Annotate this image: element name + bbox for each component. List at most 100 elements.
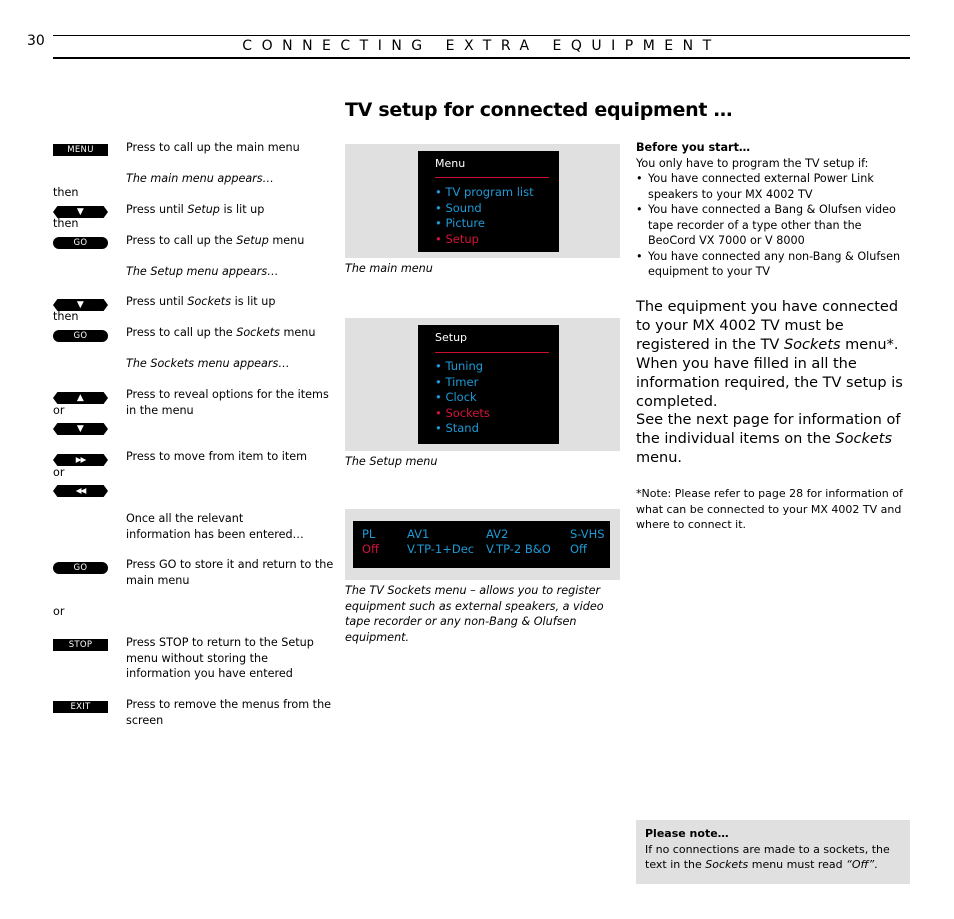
- main-menu-screen: Menu • TV program list • Sound • Picture…: [418, 151, 559, 252]
- socket-heading: PL: [362, 527, 376, 541]
- step-note-text: The main menu appears…: [126, 172, 274, 185]
- text: menu: [279, 326, 316, 339]
- menu-item-tuning: • Tuning: [435, 359, 484, 373]
- menu-item-stand: • Stand: [435, 421, 479, 435]
- socket-value: Off: [570, 542, 587, 556]
- step-text: Press to call up the main menu: [126, 141, 300, 154]
- screen-separator: [435, 352, 549, 353]
- please-note-heading: Please note…: [645, 827, 729, 840]
- step-text: Press STOP to return to the Setup menu w…: [126, 636, 314, 680]
- stop-button: STOP: [53, 639, 108, 651]
- please-note-content: Please note… If no connections are made …: [645, 826, 905, 873]
- menu-list: • Tuning • Timer • Clock • Sockets • Sta…: [435, 359, 490, 437]
- text: menu must read: [748, 858, 847, 871]
- section-title: CONNECTING EXTRA EQUIPMENT: [242, 38, 721, 54]
- menu-button: MENU: [53, 144, 108, 156]
- fast-forward-button: ▶▶: [53, 454, 108, 466]
- connector-or: or: [53, 605, 65, 618]
- main-menu-illustration: Menu • TV program list • Sound • Picture…: [345, 144, 620, 258]
- step-text: Press to move from item to item: [126, 450, 308, 463]
- connector-then: then: [53, 310, 79, 323]
- footnote: *Note: Please refer to page 28 for infor…: [636, 487, 903, 531]
- step-note-text: The Setup menu appears…: [126, 265, 279, 278]
- sockets-menu-caption: The TV Sockets menu – allows you to regi…: [345, 584, 604, 644]
- please-note-box: Please note… If no connections are made …: [636, 820, 910, 884]
- connector-or: or: [53, 466, 65, 479]
- text: Press until: [126, 295, 188, 308]
- text-em: Setup: [187, 203, 220, 216]
- text-em: Sockets: [187, 295, 232, 308]
- menu-item-setup: • Setup: [435, 231, 479, 246]
- before-you-start-list: You have connected external Power Link s…: [636, 171, 911, 280]
- step-text: Press to reveal options for the items in…: [126, 388, 329, 417]
- go-button: GO: [53, 237, 108, 249]
- step-text: Press to remove the menus from the scree…: [126, 698, 332, 727]
- step-note-text: The Sockets menu appears…: [126, 357, 290, 370]
- connector-then: then: [53, 186, 79, 199]
- text: Press until: [126, 203, 188, 216]
- socket-column-svhs: S-VHS Off: [570, 527, 605, 557]
- socket-value: Off: [362, 542, 379, 556]
- socket-value: V.TP-1+Dec: [407, 542, 475, 556]
- text-em: Setup: [236, 234, 269, 247]
- text-em: “Off”: [846, 858, 875, 871]
- menu-item-clock: • Clock: [435, 390, 477, 404]
- list-item: You have connected any non-Bang & Olufse…: [636, 249, 911, 280]
- menu-item-timer: • Timer: [435, 374, 479, 389]
- step-text: Press until Setup is lit up: [126, 202, 336, 218]
- step-text: Press GO to store it and return to the m…: [126, 558, 334, 587]
- connector-then: then: [53, 217, 79, 230]
- text: .: [874, 858, 878, 871]
- step-note: The Sockets menu appears…: [126, 356, 336, 372]
- screen-title: Menu: [435, 157, 466, 170]
- main-menu-caption: The main menu: [345, 262, 433, 275]
- step-text: Press to call up the Sockets menu: [126, 325, 336, 341]
- page-number: 30: [27, 33, 45, 49]
- menu-item-tv-program-list: • TV program list: [435, 185, 534, 199]
- page-title: TV setup for connected equipment …: [345, 99, 733, 121]
- header-rule-top: [53, 35, 910, 36]
- step-text: Press until Sockets is lit up: [126, 294, 336, 310]
- screen-separator: [435, 177, 549, 178]
- screen-title: Setup: [435, 331, 468, 344]
- step-note: The Setup menu appears…: [126, 264, 336, 280]
- step-text: Press to call up the Setup menu: [126, 233, 336, 249]
- socket-heading: AV2: [486, 527, 509, 541]
- list-item: You have connected external Power Link s…: [636, 171, 911, 202]
- before-you-start-heading: Before you start…: [636, 141, 751, 154]
- socket-column-av1: AV1 V.TP-1+Dec: [407, 527, 474, 557]
- socket-heading: S-VHS: [570, 527, 605, 541]
- setup-menu-screen: Setup • Tuning • Timer • Clock • Sockets…: [418, 325, 559, 444]
- rewind-button: ◀◀: [53, 485, 108, 497]
- exit-button: EXIT: [53, 701, 108, 713]
- text: Press to call up the: [126, 326, 237, 339]
- socket-heading: AV1: [407, 527, 430, 541]
- menu-list: • TV program list • Sound • Picture • Se…: [435, 185, 534, 247]
- socket-column-pl: PL Off: [362, 527, 379, 557]
- header-rule-bottom: [53, 57, 910, 59]
- sockets-menu-illustration: PL Off AV1 V.TP-1+Dec AV2 V.TP-2 B&O S-V…: [345, 509, 620, 580]
- text: is lit up: [231, 295, 276, 308]
- text-em: Sockets: [835, 431, 892, 447]
- before-you-start-intro: You only have to program the TV setup if…: [636, 156, 869, 170]
- text-em: Sockets: [705, 858, 749, 871]
- body-paragraph-1: The equipment you have connected to your…: [636, 298, 914, 412]
- text: menu.: [636, 450, 683, 466]
- socket-column-av2: AV2 V.TP-2 B&O: [486, 527, 551, 557]
- step-note: The main menu appears…: [126, 171, 336, 187]
- down-arrow-button: ▼: [53, 423, 108, 435]
- menu-item-sockets: • Sockets: [435, 405, 490, 420]
- socket-value: V.TP-2 B&O: [486, 542, 551, 556]
- go-button: GO: [53, 562, 108, 574]
- text-em: Sockets: [783, 337, 841, 353]
- text-em: Sockets: [236, 326, 280, 339]
- connector-or: or: [53, 404, 65, 417]
- before-you-start: Before you start… You only have to progr…: [636, 140, 911, 280]
- text: menu: [268, 234, 305, 247]
- body-paragraph-2: See the next page for information of the…: [636, 411, 914, 468]
- setup-menu-caption: The Setup menu: [345, 455, 438, 468]
- text: Press to call up the: [126, 234, 237, 247]
- go-button: GO: [53, 330, 108, 342]
- menu-item-picture: • Picture: [435, 216, 485, 230]
- sockets-menu-screen: PL Off AV1 V.TP-1+Dec AV2 V.TP-2 B&O S-V…: [353, 521, 610, 568]
